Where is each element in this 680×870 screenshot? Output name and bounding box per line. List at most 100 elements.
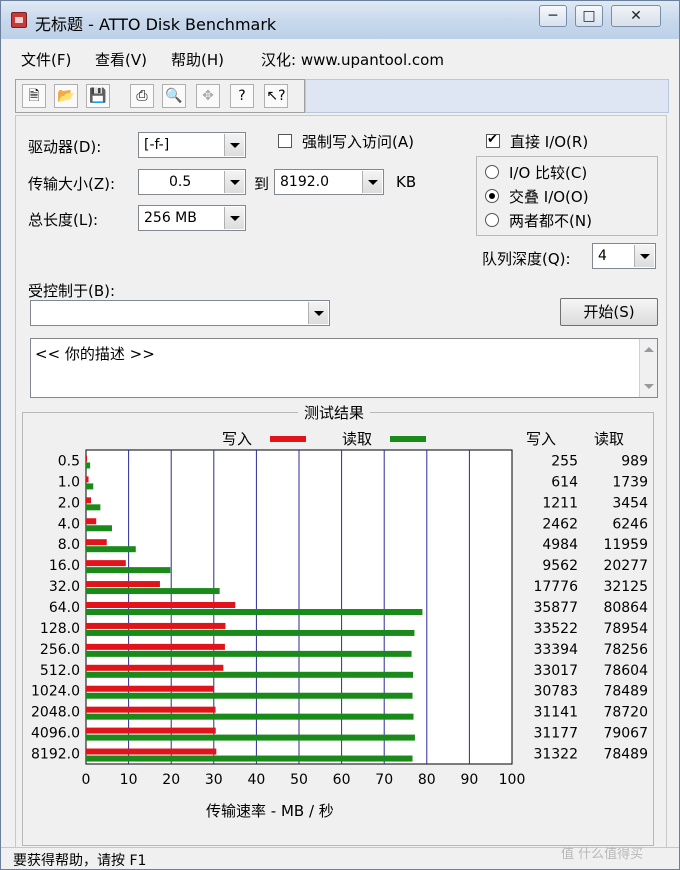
menu-help[interactable]: 帮助(H) bbox=[171, 49, 224, 70]
menu-bar: 文件(F) 查看(V) 帮助(H) 汉化: www.upantool.com bbox=[9, 45, 671, 73]
toolbar-filler bbox=[305, 79, 669, 113]
transfer-unit-label: KB bbox=[396, 173, 417, 191]
read-bar bbox=[86, 567, 171, 574]
help-button[interactable]: ? bbox=[230, 84, 254, 108]
io-mode-group: I/O 比较(C) 交叠 I/O(O) 两者都不(N) bbox=[476, 156, 658, 236]
transfer-from-select[interactable]: 0.5 bbox=[138, 169, 246, 195]
menu-file[interactable]: 文件(F) bbox=[21, 49, 71, 70]
read-bar bbox=[86, 755, 413, 762]
x-tick-label: 100 bbox=[499, 772, 526, 788]
write-bar bbox=[86, 518, 97, 525]
controlled-by-select[interactable] bbox=[30, 300, 330, 326]
help-icon: ? bbox=[238, 88, 246, 104]
y-tick-label: 0.5 bbox=[58, 453, 80, 469]
queue-depth-label: 队列深度(Q): bbox=[482, 250, 571, 268]
read-value-label: 11959 bbox=[603, 537, 648, 553]
app-window: 无标题 - ATTO Disk Benchmark ─ □ ✕ 文件(F) 查看… bbox=[0, 0, 680, 870]
write-value-label: 1211 bbox=[542, 495, 578, 511]
write-value-label: 33394 bbox=[533, 642, 578, 658]
close-button[interactable]: ✕ bbox=[611, 5, 661, 27]
legend-write-swatch bbox=[270, 436, 306, 442]
y-tick-label: 2048.0 bbox=[31, 705, 80, 721]
x-tick-label: 70 bbox=[375, 772, 393, 788]
app-icon bbox=[11, 12, 27, 28]
minimize-button[interactable]: ─ bbox=[539, 5, 567, 27]
transfer-to-label: 到 bbox=[254, 175, 270, 193]
write-value-label: 2462 bbox=[542, 516, 578, 532]
results-chart: 0 10 20 30 40 50 60 70 80 90 100 0.5 255 989 1.0 614 173… bbox=[31, 449, 648, 788]
read-bar bbox=[86, 546, 136, 553]
description-scrollbar[interactable] bbox=[639, 339, 657, 397]
controlled-by-label: 受控制于(B): bbox=[28, 282, 116, 300]
move-icon: ✥ bbox=[202, 88, 214, 104]
read-value-label: 80864 bbox=[603, 600, 648, 616]
force-write-checkbox[interactable] bbox=[278, 134, 292, 148]
read-value-label: 78489 bbox=[603, 747, 648, 763]
read-bar bbox=[86, 629, 415, 636]
save-button[interactable]: 💾 bbox=[86, 84, 110, 108]
print-icon: ⎙ bbox=[136, 88, 148, 104]
write-bar bbox=[86, 706, 216, 713]
y-tick-label: 8.0 bbox=[58, 537, 80, 553]
transfer-to-value: 8192.0 bbox=[280, 174, 329, 190]
transfer-size-label: 传输大小(Z): bbox=[28, 175, 116, 193]
write-value-label: 9562 bbox=[542, 558, 578, 574]
x-axis-label: 传输速率 - MB / 秒 bbox=[206, 802, 334, 820]
io-compare-radio[interactable] bbox=[485, 165, 499, 179]
total-length-select[interactable]: 256 MB bbox=[138, 205, 246, 231]
chevron-down-icon[interactable] bbox=[224, 171, 244, 193]
menu-view[interactable]: 查看(V) bbox=[95, 49, 147, 70]
x-tick-label: 20 bbox=[162, 772, 180, 788]
new-button[interactable]: 🗎 bbox=[22, 84, 46, 108]
x-tick-label: 50 bbox=[290, 772, 308, 788]
maximize-button[interactable]: □ bbox=[575, 5, 603, 27]
read-bar bbox=[86, 609, 423, 615]
menu-localization[interactable]: 汉化: www.upantool.com bbox=[261, 49, 444, 70]
open-button[interactable]: 📂 bbox=[54, 84, 78, 108]
settings-panel: 驱动器(D): [-f-] 强制写入访问(A) 直接 I/O(R) 传输大小(Z… bbox=[15, 115, 667, 849]
preview-button[interactable]: 🔍 bbox=[162, 84, 186, 108]
total-length-label: 总长度(L): bbox=[28, 211, 99, 229]
queue-depth-select[interactable]: 4 bbox=[592, 243, 656, 269]
move-button[interactable]: ✥ bbox=[196, 84, 220, 108]
y-tick-label: 512.0 bbox=[40, 663, 80, 679]
chevron-down-icon[interactable] bbox=[362, 171, 382, 193]
title-bar[interactable]: 无标题 - ATTO Disk Benchmark ─ □ ✕ bbox=[1, 1, 679, 39]
read-bar bbox=[86, 671, 413, 678]
write-bar bbox=[86, 455, 88, 462]
read-value-label: 6246 bbox=[612, 516, 648, 532]
overlapped-io-radio[interactable] bbox=[485, 189, 499, 203]
y-tick-label: 128.0 bbox=[40, 621, 80, 637]
drive-select[interactable]: [-f-] bbox=[138, 132, 246, 158]
read-bar bbox=[86, 713, 414, 720]
start-button[interactable]: 开始(S) bbox=[560, 298, 658, 326]
y-tick-label: 4.0 bbox=[58, 516, 80, 532]
neither-radio[interactable] bbox=[485, 213, 499, 227]
toolbar: 🗎 📂 💾 ⎙ 🔍 ✥ ? ↖? bbox=[15, 79, 305, 113]
io-compare-label: I/O 比较(C) bbox=[509, 164, 588, 182]
direct-io-label: 直接 I/O(R) bbox=[510, 133, 589, 151]
chevron-down-icon[interactable] bbox=[634, 245, 654, 267]
write-value-label: 4984 bbox=[542, 537, 578, 553]
chevron-down-icon[interactable] bbox=[224, 207, 244, 229]
scroll-up-icon[interactable] bbox=[644, 347, 654, 352]
direct-io-checkbox[interactable] bbox=[486, 132, 500, 148]
write-value-label: 17776 bbox=[533, 579, 578, 595]
read-bar bbox=[86, 734, 415, 741]
write-bar bbox=[86, 497, 92, 504]
context-help-button[interactable]: ↖? bbox=[264, 84, 288, 108]
read-bar bbox=[86, 588, 220, 595]
write-bar bbox=[86, 727, 216, 734]
scroll-down-icon[interactable] bbox=[644, 384, 654, 389]
print-button[interactable]: ⎙ bbox=[130, 84, 154, 108]
chevron-down-icon[interactable] bbox=[224, 134, 244, 156]
transfer-to-select[interactable]: 8192.0 bbox=[274, 169, 384, 195]
chevron-down-icon[interactable] bbox=[308, 302, 328, 324]
write-value-label: 31322 bbox=[533, 747, 578, 763]
context-help-icon: ↖? bbox=[266, 88, 286, 104]
close-icon: ✕ bbox=[630, 8, 642, 24]
read-value-label: 78604 bbox=[603, 663, 648, 679]
read-bar bbox=[86, 483, 94, 490]
description-textarea[interactable]: << 你的描述 >> bbox=[30, 338, 658, 398]
write-bar bbox=[86, 622, 226, 629]
